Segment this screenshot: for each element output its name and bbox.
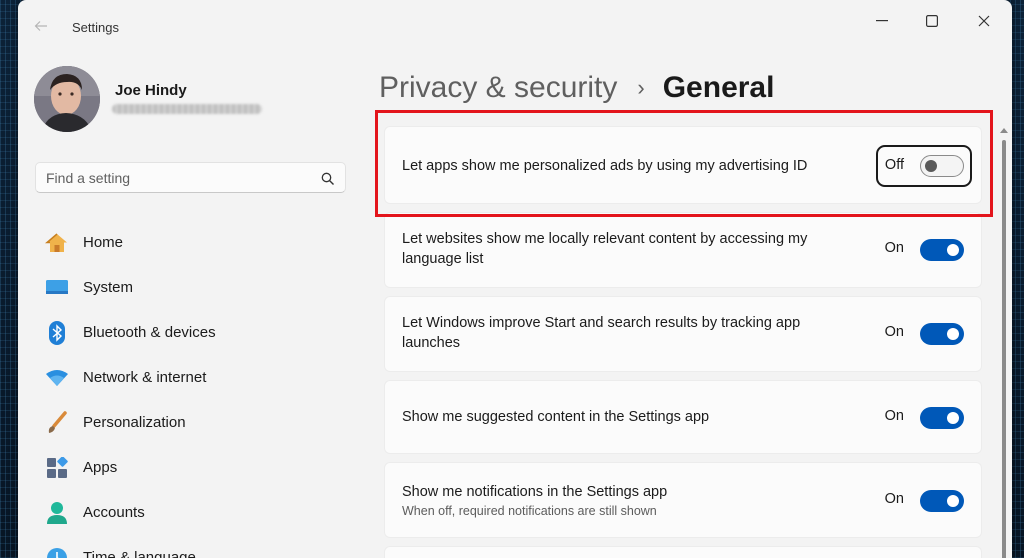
toggle-knob <box>947 412 959 424</box>
home-icon <box>44 230 70 256</box>
toggle-knob <box>947 328 959 340</box>
sidebar-nav: Home System Bluetooth & devices Network … <box>35 220 355 558</box>
redacted-email <box>112 104 262 114</box>
sidebar-item-home[interactable]: Home <box>35 220 355 265</box>
sidebar-item-label: Personalization <box>83 414 186 431</box>
setting-card-language-list: Let websites show me locally relevant co… <box>384 212 982 288</box>
toggle-knob <box>925 160 937 172</box>
sidebar-item-system[interactable]: System <box>35 265 355 310</box>
setting-card-settings-notifications: Show me notifications in the Settings ap… <box>384 462 982 538</box>
setting-description: When off, required notifications are sti… <box>402 504 657 518</box>
setting-card-suggested-content: Show me suggested content in the Setting… <box>384 380 982 454</box>
sidebar-item-label: Time & language <box>83 549 196 558</box>
sidebar-item-label: Bluetooth & devices <box>83 324 216 341</box>
sidebar-item-personalization[interactable]: Personalization <box>35 400 355 445</box>
scroll-up-icon[interactable] <box>1000 128 1008 133</box>
breadcrumb: Privacy & security › General <box>379 66 774 110</box>
toggle-state-text: On <box>884 240 904 256</box>
sidebar-item-label: Accounts <box>83 504 145 521</box>
breadcrumb-parent[interactable]: Privacy & security <box>379 71 617 105</box>
setting-card-app-launch-tracking: Let Windows improve Start and search res… <box>384 296 982 372</box>
close-icon[interactable] <box>962 10 1006 32</box>
sidebar-item-label: Network & internet <box>83 369 207 386</box>
toggle-knob <box>947 495 959 507</box>
setting-label: Let Windows improve Start and search res… <box>402 315 801 351</box>
advertising-id-toggle[interactable] <box>920 155 964 177</box>
apps-icon <box>44 455 70 481</box>
setting-card-advertising-id: Let apps show me personalized ads by usi… <box>384 126 982 204</box>
setting-label: Let apps show me personalized ads by usi… <box>402 158 808 174</box>
settings-notifications-toggle[interactable] <box>920 490 964 512</box>
sidebar-item-accounts[interactable]: Accounts <box>35 490 355 535</box>
wifi-icon <box>44 365 70 391</box>
page-title: General <box>662 71 775 104</box>
search-input[interactable] <box>46 169 306 187</box>
sidebar-item-network[interactable]: Network & internet <box>35 355 355 400</box>
language-list-toggle[interactable] <box>920 239 964 261</box>
profile-name: Joe Hindy <box>115 82 187 99</box>
toggle-state-text: On <box>884 324 904 340</box>
sidebar-item-label: Apps <box>83 459 118 476</box>
settings-list: Let apps show me personalized ads by usi… <box>384 126 982 558</box>
scrollbar[interactable] <box>1000 128 1008 558</box>
scroll-thumb[interactable] <box>1002 140 1006 558</box>
breadcrumb-separator: › <box>637 75 645 100</box>
person-icon <box>44 500 70 526</box>
clock-globe-icon <box>44 545 70 558</box>
sidebar-item-time-language[interactable]: Time & language <box>35 535 355 558</box>
toggle-state-text: Off <box>884 157 904 173</box>
setting-card-partial <box>384 546 982 558</box>
setting-label: Let websites show me locally relevant co… <box>402 231 808 267</box>
monitor-icon <box>44 275 70 301</box>
avatar[interactable] <box>34 66 100 132</box>
app-launch-tracking-toggle[interactable] <box>920 323 964 345</box>
minimize-icon[interactable] <box>860 10 904 32</box>
toggle-state-text: On <box>884 491 904 507</box>
toggle-knob <box>947 244 959 256</box>
search-box[interactable] <box>35 162 346 193</box>
suggested-content-toggle[interactable] <box>920 407 964 429</box>
settings-window: Settings Joe Hindy Find a setting Home S… <box>18 0 1012 558</box>
toggle-state-text: On <box>884 408 904 424</box>
setting-label: Show me notifications in the Settings ap… <box>402 484 668 500</box>
bluetooth-icon <box>44 320 70 346</box>
app-title: Settings <box>72 20 119 35</box>
title-bar: Settings <box>18 0 1012 40</box>
back-arrow-icon[interactable] <box>34 18 54 38</box>
maximize-icon[interactable] <box>910 10 954 32</box>
sidebar-item-apps[interactable]: Apps <box>35 445 355 490</box>
sidebar-item-label: System <box>83 279 134 296</box>
search-icon[interactable] <box>321 171 335 185</box>
sidebar-item-bluetooth[interactable]: Bluetooth & devices <box>35 310 355 355</box>
sidebar-item-label: Home <box>83 234 124 251</box>
setting-label: Show me suggested content in the Setting… <box>402 409 710 425</box>
paintbrush-icon <box>44 410 70 436</box>
